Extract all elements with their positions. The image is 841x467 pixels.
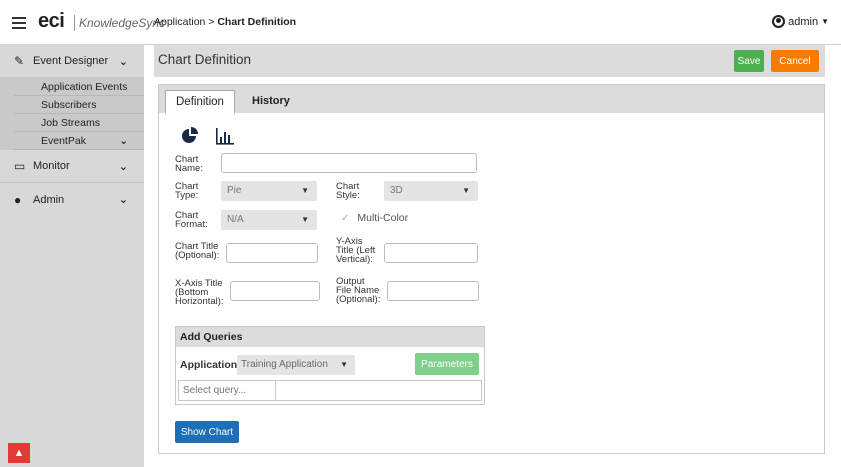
- application-value: Training Application: [241, 359, 328, 370]
- add-queries-panel: Add Queries Application: Training Applic…: [175, 326, 485, 405]
- pie-chart-icon[interactable]: [181, 127, 199, 148]
- chart-title-label: Chart Title (Optional):: [175, 241, 220, 261]
- chart-type-icons: [181, 127, 235, 148]
- tab-history[interactable]: History: [242, 90, 300, 114]
- chart-type-label: Chart Type:: [175, 181, 199, 201]
- breadcrumb-separator: >: [205, 16, 218, 28]
- chart-format-value: N/A: [227, 214, 244, 225]
- chart-style-value: 3D: [390, 185, 403, 196]
- cancel-button[interactable]: Cancel: [771, 50, 819, 72]
- chart-type-value: Pie: [227, 185, 242, 196]
- chart-type-select[interactable]: Pie ▼: [221, 181, 317, 201]
- sidebar-item-monitor[interactable]: ▭ Monitor ⌄: [0, 150, 144, 183]
- logo-eci: eci: [38, 10, 65, 32]
- parameters-button[interactable]: Parameters: [415, 353, 479, 375]
- bar-chart-icon[interactable]: [215, 128, 235, 148]
- user-name: admin: [788, 15, 819, 28]
- sidebar-item-label: Monitor: [33, 160, 70, 172]
- chevron-up-icon: ▲: [13, 447, 25, 459]
- output-file-name-input[interactable]: [387, 281, 479, 301]
- sidebar-item-label: Event Designer: [33, 55, 109, 67]
- event-designer-submenu: Application Events Subscribers Job Strea…: [0, 78, 144, 150]
- multi-color-checkbox[interactable]: ✓ Multi-Color: [341, 212, 408, 224]
- chart-name-input[interactable]: [221, 153, 477, 173]
- caret-down-icon: ▼: [462, 186, 470, 195]
- application-label: Application:: [180, 359, 241, 371]
- save-button[interactable]: Save: [734, 50, 764, 72]
- sidebar-item-label: Admin: [33, 193, 65, 206]
- chart-style-label: Chart Style:: [336, 181, 360, 201]
- tab-bar: Definition History: [159, 85, 824, 114]
- chart-format-select[interactable]: N/A ▼: [221, 210, 317, 230]
- chevron-down-icon: ⌄: [118, 161, 128, 173]
- user-avatar-icon: [772, 15, 786, 28]
- chevron-down-icon: ⌄: [119, 135, 128, 147]
- sidebar-item-admin[interactable]: ● Admin ⌄: [0, 183, 144, 216]
- y-axis-title-label: Y-Axis Title (Left Vertical):: [336, 236, 376, 265]
- chevron-down-icon: ⌄: [118, 56, 128, 68]
- chart-format-label: Chart Format:: [175, 210, 208, 230]
- logo-divider: [74, 15, 75, 31]
- chart-name-label: Chart Name:: [175, 154, 203, 174]
- page-header: Chart Definition Save Cancel: [154, 45, 825, 77]
- multi-color-label: Multi-Color: [357, 212, 409, 224]
- scroll-up-button[interactable]: ▲: [8, 443, 30, 463]
- user-icon: ●: [14, 192, 22, 207]
- tab-definition[interactable]: Definition: [165, 90, 235, 114]
- breadcrumb-current: Chart Definition: [217, 16, 297, 28]
- breadcrumb: Application > Chart Definition: [154, 16, 296, 28]
- application-select[interactable]: Training Application ▼: [237, 355, 355, 375]
- sidebar-item-label: EventPak: [41, 135, 86, 147]
- hamburger-menu-icon[interactable]: [12, 17, 26, 29]
- x-axis-title-input[interactable]: [230, 281, 320, 301]
- breadcrumb-parent[interactable]: Application: [154, 16, 205, 28]
- add-queries-header: Add Queries: [176, 327, 484, 347]
- chevron-down-icon: ⌄: [118, 194, 128, 206]
- select-query-input[interactable]: [179, 381, 276, 400]
- sidebar-item-application-events[interactable]: Application Events: [14, 78, 144, 96]
- monitor-icon: ▭: [14, 159, 26, 173]
- edit-icon: ✎: [14, 54, 25, 68]
- checkmark-icon: ✓: [341, 213, 350, 224]
- chart-definition-panel: Definition History Chart Name: Chart Typ…: [158, 84, 825, 454]
- chart-title-input[interactable]: [226, 243, 318, 263]
- user-menu[interactable]: admin ▼: [772, 15, 829, 28]
- logo-product-name: KnowledgeSync: [79, 16, 166, 30]
- caret-down-icon: ▼: [301, 215, 309, 224]
- sidebar-item-job-streams[interactable]: Job Streams: [14, 114, 144, 132]
- caret-down-icon: ▼: [301, 186, 309, 195]
- y-axis-title-input[interactable]: [384, 243, 478, 263]
- show-chart-button[interactable]: Show Chart: [175, 421, 239, 443]
- caret-down-icon: ▼: [340, 360, 348, 369]
- chart-style-select[interactable]: 3D ▼: [384, 181, 478, 201]
- caret-down-icon: ▼: [821, 17, 829, 26]
- sidebar: ✎ Event Designer ⌄ Application Events Su…: [0, 45, 144, 467]
- main-content: Chart Definition Save Cancel Definition …: [154, 45, 825, 455]
- output-file-name-label: Output File Name (Optional):: [336, 276, 381, 305]
- sidebar-item-subscribers[interactable]: Subscribers: [14, 96, 144, 114]
- x-axis-title-label: X-Axis Title (Bottom Horizontal):: [175, 278, 224, 307]
- top-bar: eci KnowledgeSync Application > Chart De…: [0, 0, 841, 45]
- page-title: Chart Definition: [158, 52, 252, 67]
- sidebar-item-eventpak[interactable]: EventPak ⌄: [14, 132, 144, 150]
- query-row: [178, 380, 482, 401]
- sidebar-item-event-designer[interactable]: ✎ Event Designer ⌄: [0, 45, 144, 78]
